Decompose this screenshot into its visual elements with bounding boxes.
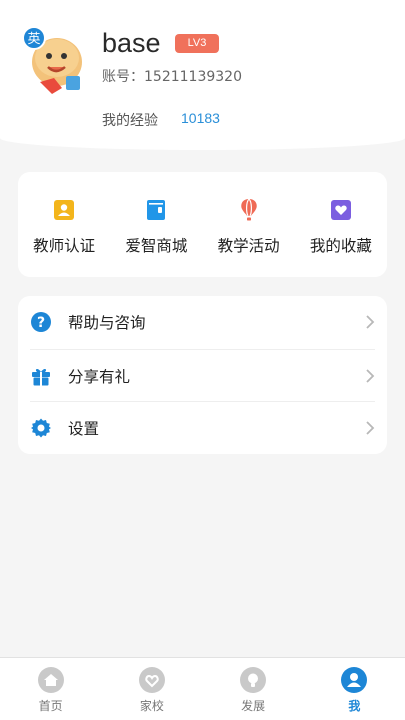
quick-actions-card: 教师认证 爱智商城 教学活动 我的收藏 <box>18 172 387 277</box>
teacher-certification-button[interactable]: 教师认证 <box>18 172 110 277</box>
my-favorites-button[interactable]: 我的收藏 <box>295 172 387 277</box>
share-gift-item[interactable]: 分享有礼 <box>30 348 375 402</box>
level-badge: LV3 <box>175 34 219 53</box>
teacher-certification-label: 教师认证 <box>33 237 96 255</box>
hot-air-balloon-icon <box>240 198 257 221</box>
experience-value: 10183 <box>181 110 220 126</box>
teaching-activities-label: 教学活动 <box>217 237 280 255</box>
tab-development[interactable]: 发展 <box>203 658 304 720</box>
tab-me-label: 我 <box>348 699 361 713</box>
gear-icon <box>31 418 51 438</box>
account-number: 账号：15211139320 <box>102 69 242 85</box>
help-icon: ? <box>31 312 51 333</box>
help-consult-item[interactable]: ? 帮助与咨询 <box>30 296 375 349</box>
aizhi-mall-label: 爱智商城 <box>125 237 188 255</box>
heart-icon <box>330 200 351 220</box>
wallet-icon <box>147 200 166 220</box>
share-gift-label: 分享有礼 <box>68 367 131 386</box>
svg-text:?: ? <box>37 315 45 331</box>
home-icon <box>37 667 64 693</box>
menu-list-card: ? 帮助与咨询 分享有礼 设置 <box>18 296 387 454</box>
teaching-activities-button[interactable]: 教学活动 <box>203 172 295 277</box>
help-consult-label: 帮助与咨询 <box>68 314 146 333</box>
profile-header: 英 base LV3 账号：15211139320 我的经验 10183 <box>0 0 405 150</box>
tab-home[interactable]: 首页 <box>0 658 101 720</box>
heart-hands-icon <box>138 667 165 693</box>
teacher-id-icon <box>54 200 75 220</box>
tab-home-school-label: 家校 <box>139 699 164 713</box>
user-icon <box>341 667 368 693</box>
gift-icon <box>32 368 50 386</box>
chevron-right-icon <box>366 315 375 329</box>
tab-me[interactable]: 我 <box>304 658 405 720</box>
settings-item[interactable]: 设置 <box>30 401 375 454</box>
username: base <box>102 28 161 58</box>
chevron-right-icon <box>366 421 375 435</box>
lightbulb-icon <box>240 667 267 693</box>
experience-label: 我的经验 <box>102 113 158 129</box>
tab-home-label: 首页 <box>38 699 63 713</box>
avatar[interactable]: 英 <box>22 22 86 98</box>
tab-development-label: 发展 <box>241 699 266 713</box>
aizhi-mall-button[interactable]: 爱智商城 <box>110 172 202 277</box>
tab-home-school[interactable]: 家校 <box>101 658 202 720</box>
chevron-right-icon <box>366 368 375 383</box>
bottom-tab-bar: 首页 家校 发展 我 <box>0 657 405 720</box>
settings-label: 设置 <box>68 420 100 439</box>
avatar-badge-text: 英 <box>27 32 40 47</box>
my-favorites-label: 我的收藏 <box>309 237 372 255</box>
